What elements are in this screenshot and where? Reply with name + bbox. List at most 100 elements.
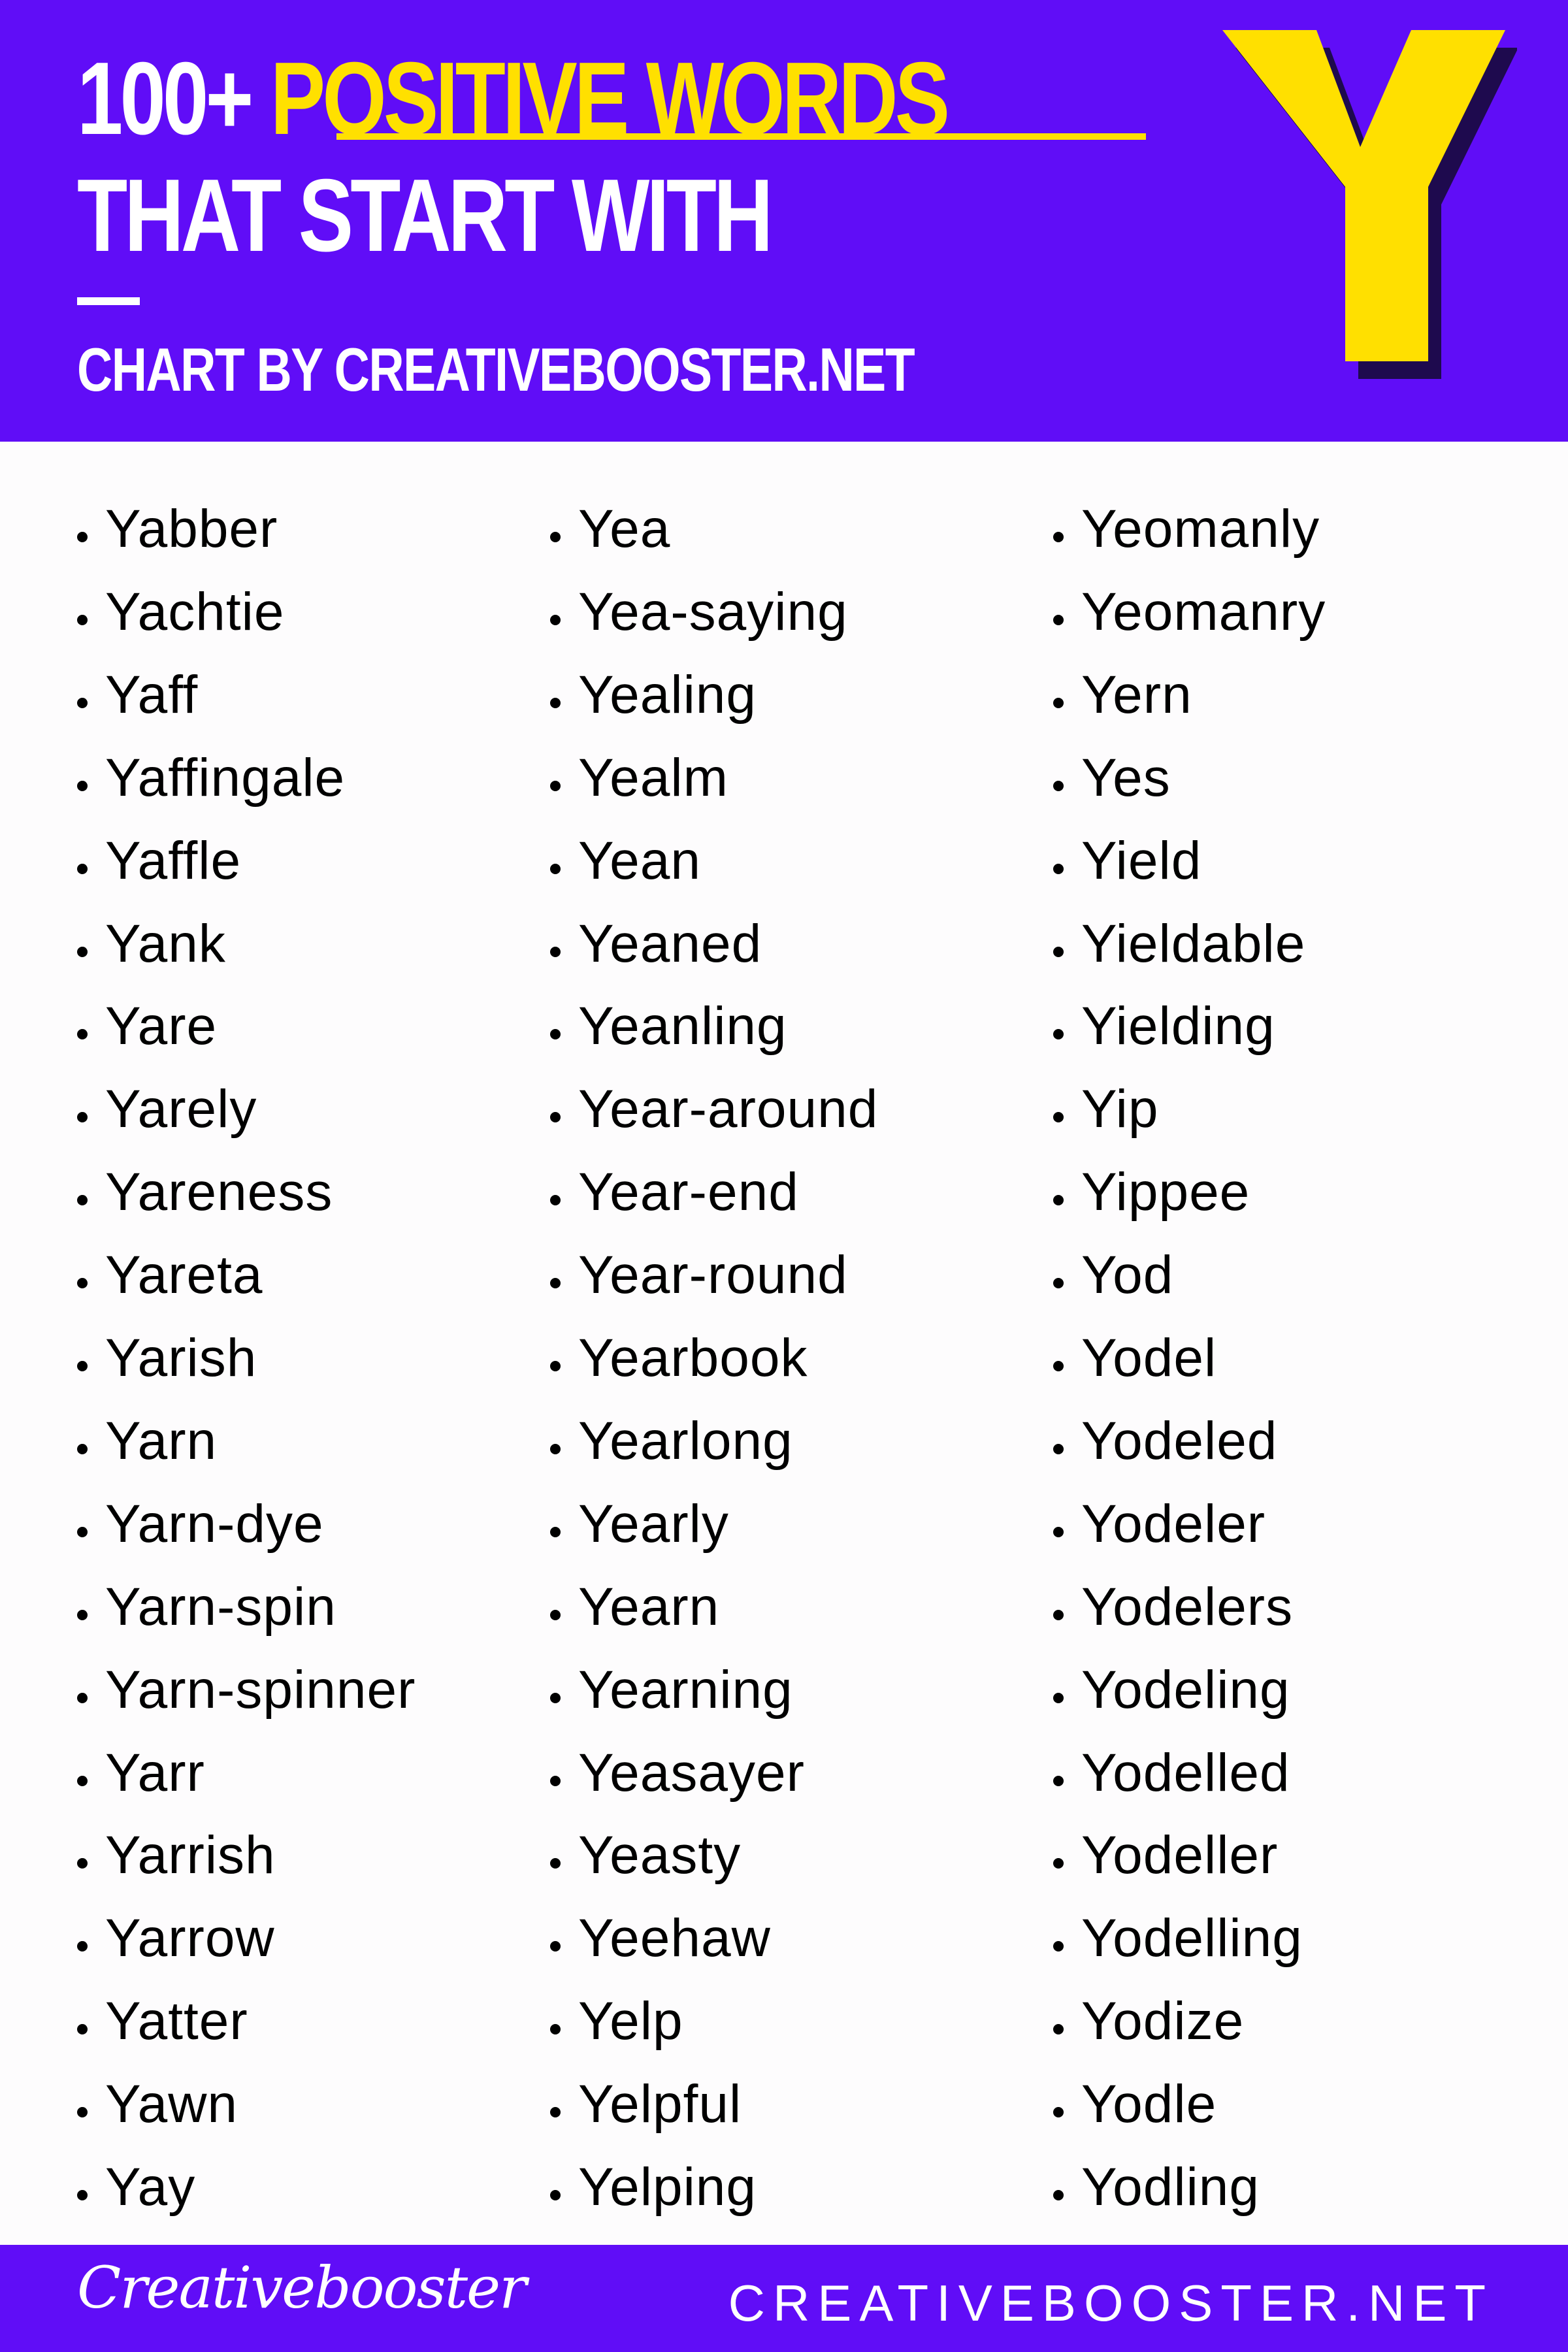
bullet-icon [550, 780, 561, 791]
word-text: Yearlong [578, 1411, 793, 1471]
word-list-item: Yieldable [1053, 911, 1306, 977]
word-text: Yodize [1081, 1991, 1245, 2051]
word-list-item: Yean [550, 828, 701, 894]
word-text: Yelpful [578, 2074, 742, 2134]
bullet-icon [77, 1526, 88, 1537]
word-list-item: Yeanling [550, 994, 787, 1059]
bullet-icon [1053, 946, 1064, 957]
word-list-item: Yarn-spinner [77, 1658, 416, 1723]
word-list-item: Year-around [550, 1077, 878, 1142]
bullet-icon [1053, 532, 1064, 542]
word-list-item: Year-end [550, 1160, 799, 1225]
brand-logo-script[interactable]: Creativebooster [77, 2259, 527, 2317]
word-text: Yatter [105, 1991, 248, 2051]
word-list-item: Yea [550, 497, 671, 562]
word-list-item: Yaffingale [77, 745, 345, 811]
word-list-item: Yodle [1053, 2072, 1217, 2137]
word-text: Yareness [105, 1162, 333, 1222]
word-text: Yarn-spinner [105, 1659, 416, 1720]
bullet-icon [77, 1029, 88, 1040]
bullet-icon [1053, 1692, 1064, 1703]
bullet-icon [550, 1029, 561, 1040]
word-list-item: Yeasayer [550, 1740, 805, 1806]
word-list-item: Year-round [550, 1243, 848, 1308]
bullet-icon [1053, 1609, 1064, 1620]
bullet-icon [1053, 1195, 1064, 1206]
word-list-item: Yern [1053, 662, 1192, 728]
bullet-icon [550, 1526, 561, 1537]
word-text: Yodelled [1081, 1742, 1290, 1803]
word-list-item: Yes [1053, 745, 1171, 811]
word-text: Yarely [105, 1079, 257, 1139]
word-text: Yodel [1081, 1328, 1217, 1388]
word-text: Yes [1081, 747, 1171, 808]
bullet-icon [1053, 1278, 1064, 1289]
bullet-icon [77, 1858, 88, 1869]
bullet-icon [77, 1361, 88, 1371]
word-list-item: Yarr [77, 1740, 205, 1806]
word-list-item: Yielding [1053, 994, 1275, 1059]
bullet-icon [1053, 1112, 1064, 1123]
word-text: Yay [105, 2157, 196, 2217]
word-list-item: Yodize [1053, 1989, 1245, 2054]
bullet-icon [77, 532, 88, 542]
word-list-item: Yearning [550, 1658, 793, 1723]
word-list-item: Yarn [77, 1409, 218, 1474]
word-list-item: Yarn-dye [77, 1492, 324, 1557]
word-text: Yieldable [1081, 913, 1306, 973]
word-text: Yarr [105, 1742, 205, 1803]
bullet-icon [77, 2107, 88, 2118]
word-list-item: Yearn [550, 1575, 720, 1640]
bullet-icon [77, 1692, 88, 1703]
word-list-item: Yodeller [1053, 1823, 1279, 1888]
word-list-item: Yabber [77, 497, 278, 562]
bullet-icon [550, 1692, 561, 1703]
word-text: Yodeled [1081, 1411, 1278, 1471]
bullet-icon [1053, 2024, 1064, 2035]
word-text: Yarrish [105, 1825, 276, 1886]
word-text: Yodeller [1081, 1825, 1279, 1886]
word-list-item: Yodling [1053, 2155, 1260, 2220]
word-text: Yealing [578, 664, 757, 725]
word-text: Yea [578, 499, 671, 559]
word-text: Yealm [578, 747, 728, 808]
bullet-icon [77, 1443, 88, 1454]
bullet-icon [1053, 780, 1064, 791]
bullet-icon [77, 697, 88, 708]
bullet-icon [1053, 1029, 1064, 1040]
bullet-icon [550, 1361, 561, 1371]
word-text: Yippee [1081, 1162, 1250, 1222]
word-list-item: Yarrish [77, 1823, 276, 1888]
word-text: Yeasayer [578, 1742, 805, 1803]
word-text: Yern [1081, 664, 1192, 725]
bullet-icon [550, 2190, 561, 2200]
word-list-item: Yareness [77, 1160, 333, 1225]
bullet-icon [1053, 1361, 1064, 1371]
bullet-icon [77, 2024, 88, 2035]
word-list-item: Yaffle [77, 828, 241, 894]
word-text: Yarn [105, 1411, 218, 1471]
word-list-item: Yank [77, 911, 226, 977]
word-text: Yearning [578, 1659, 793, 1720]
word-text: Year-end [578, 1162, 799, 1222]
word-text: Yeehaw [578, 1908, 771, 1968]
word-list-item: Yodelers [1053, 1575, 1293, 1640]
footer-website-link[interactable]: CREATIVEBOOSTER.NET [728, 2278, 1494, 2328]
word-text: Yod [1081, 1245, 1174, 1305]
word-text: Yelp [578, 1991, 683, 2051]
word-text: Yearn [578, 1576, 720, 1637]
word-text: Yeomanly [1081, 499, 1320, 559]
word-text: Yip [1081, 1079, 1159, 1139]
bullet-icon [550, 2107, 561, 2118]
bullet-icon [77, 780, 88, 791]
bullet-icon [550, 1195, 561, 1206]
word-text: Yarrow [105, 1908, 275, 1968]
bullet-icon [1053, 1526, 1064, 1537]
footer-banner: Creativebooster CREATIVEBOOSTER.NET [0, 2245, 1568, 2352]
word-text: Yachtie [105, 581, 285, 642]
bullet-icon [77, 1941, 88, 1952]
word-text: Yeanling [578, 996, 787, 1056]
word-list-item: Yachtie [77, 580, 285, 645]
word-list-item: Yatter [77, 1989, 248, 2054]
word-list-item: Yeaned [550, 911, 762, 977]
